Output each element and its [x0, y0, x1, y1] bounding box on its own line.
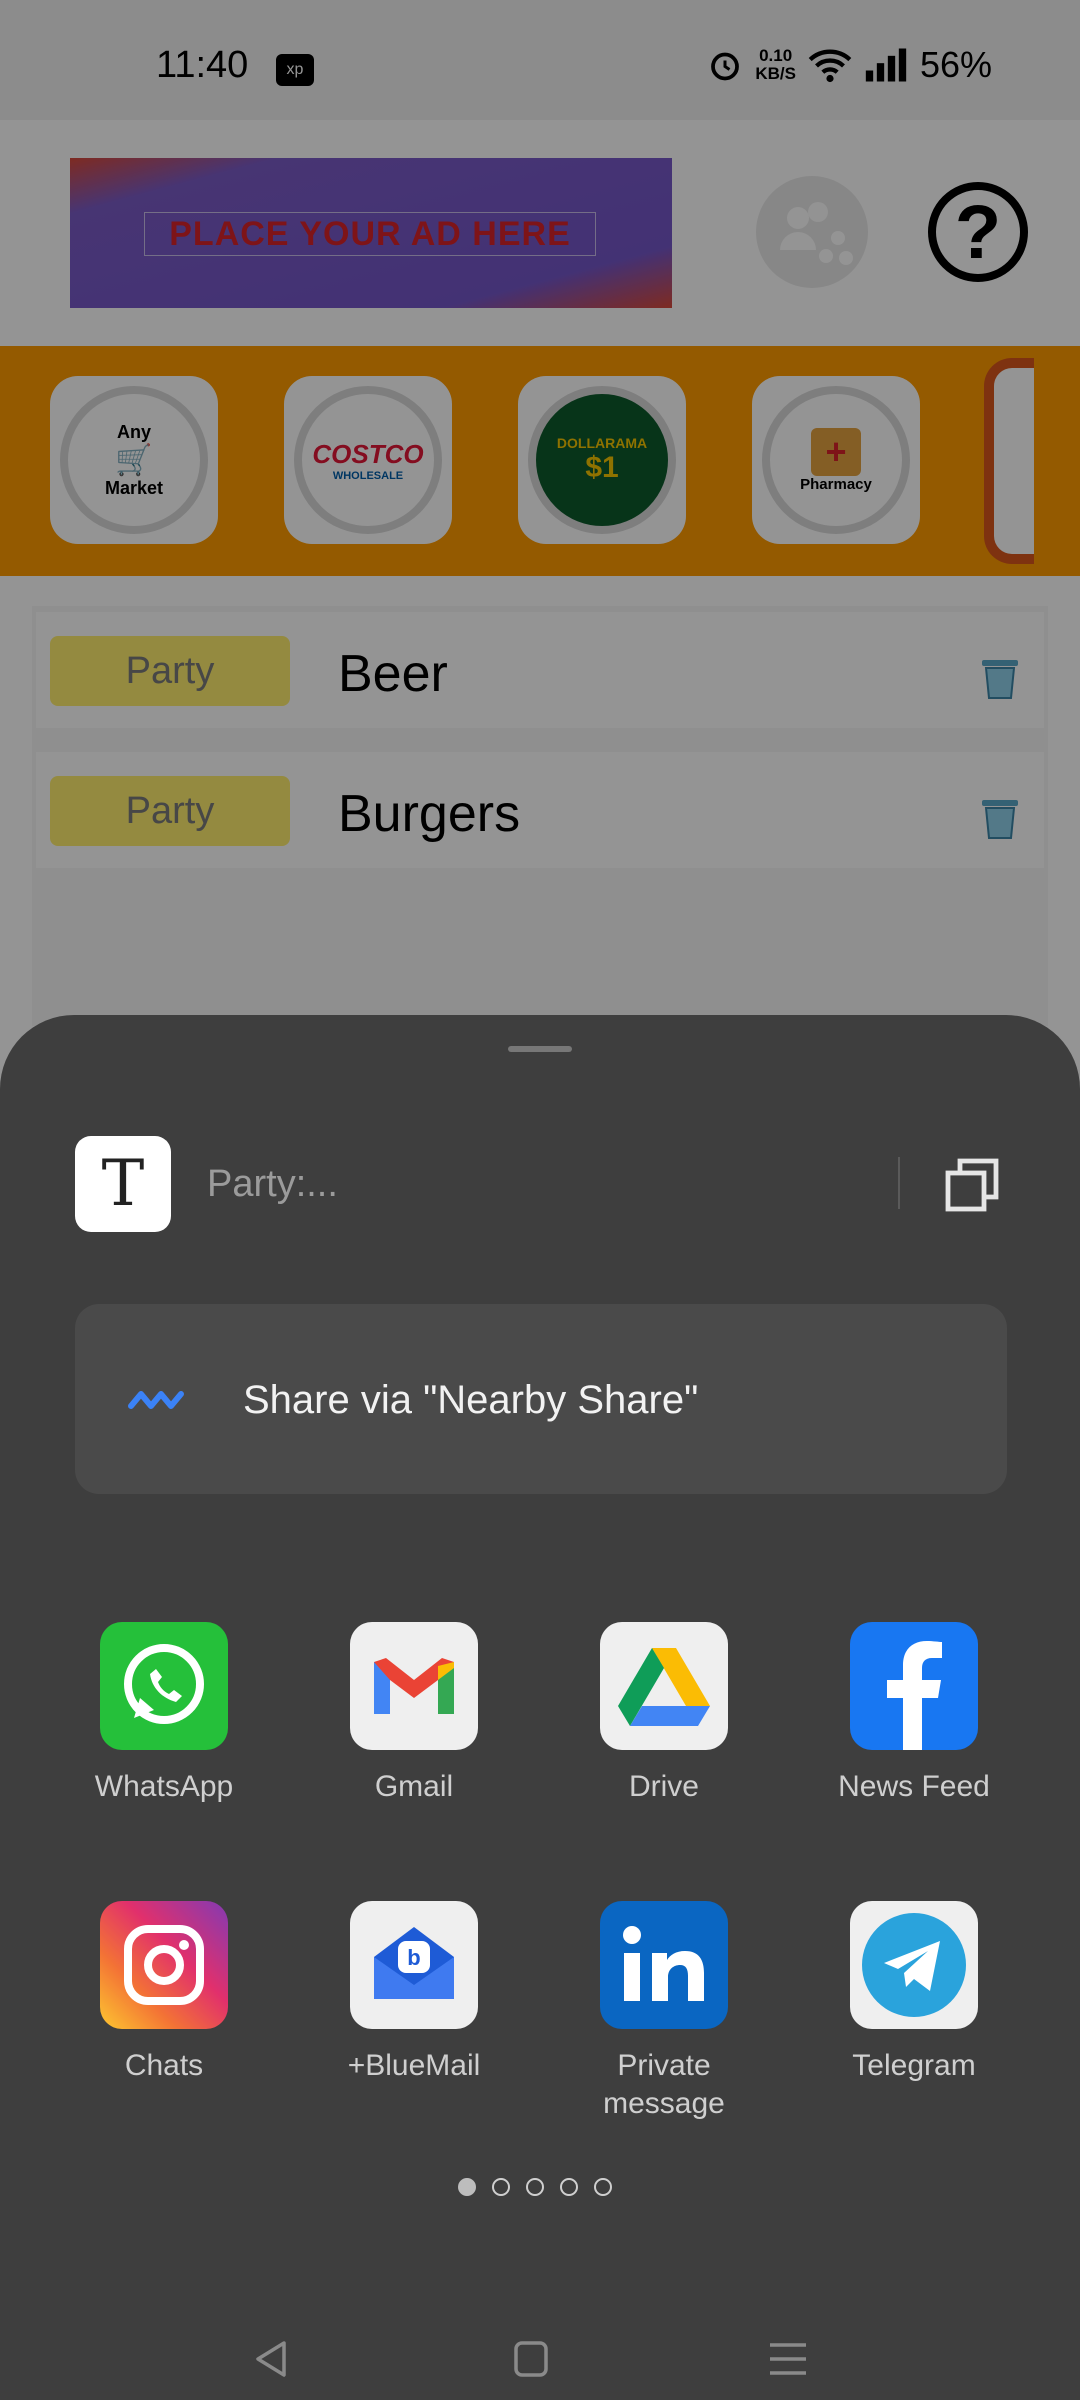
nearby-share-button[interactable]: Share via "Nearby Share"	[75, 1304, 1007, 1494]
app-label: WhatsApp	[94, 1770, 234, 1803]
share-preview-text: Party:...	[207, 1163, 338, 1205]
text-preview-icon: T	[75, 1136, 171, 1232]
app-label: Chats	[124, 2049, 204, 2082]
app-label: News Feed	[838, 1770, 990, 1803]
share-target-telegram[interactable]: Telegram	[814, 1901, 1014, 2085]
app-label: Telegram	[852, 2049, 976, 2082]
share-sheet: T Party:... Share via "Nearby Share" Wha…	[0, 1015, 1080, 2400]
gmail-icon	[350, 1622, 478, 1750]
share-target-facebook[interactable]: News Feed	[814, 1622, 1014, 1806]
navigation-bar	[0, 2315, 1080, 2400]
page-dot[interactable]	[526, 2178, 544, 2196]
app-label: Gmail	[374, 1770, 454, 1803]
share-target-whatsapp[interactable]: WhatsApp	[64, 1622, 264, 1806]
page-dot[interactable]	[492, 2178, 510, 2196]
drag-handle[interactable]	[508, 1046, 572, 1052]
nearby-share-label: Share via "Nearby Share"	[243, 1378, 699, 1422]
divider	[898, 1157, 900, 1209]
svg-text:b: b	[407, 1945, 420, 1970]
recents-menu-icon[interactable]	[758, 2329, 818, 2389]
app-label: Drive	[628, 1770, 699, 1803]
copy-icon[interactable]	[944, 1157, 1000, 1213]
share-target-gmail[interactable]: Gmail	[314, 1622, 514, 1806]
page-dot[interactable]	[458, 2178, 476, 2196]
bluemail-icon: b	[350, 1901, 478, 2029]
linkedin-icon	[600, 1901, 728, 2029]
app-label: Private message	[603, 2049, 725, 2120]
page-dot[interactable]	[594, 2178, 612, 2196]
whatsapp-icon	[100, 1622, 228, 1750]
app-label: +BlueMail	[347, 2049, 481, 2082]
back-icon[interactable]	[242, 2329, 302, 2389]
instagram-icon	[100, 1901, 228, 2029]
share-target-instagram[interactable]: Chats	[64, 1901, 264, 2085]
share-target-linkedin[interactable]: Private message	[564, 1901, 764, 2123]
page-dot[interactable]	[560, 2178, 578, 2196]
share-target-drive[interactable]: Drive	[564, 1622, 764, 1806]
facebook-icon	[850, 1622, 978, 1750]
share-target-bluemail[interactable]: b +BlueMail	[314, 1901, 514, 2085]
page-indicator	[458, 2178, 612, 2196]
home-icon[interactable]	[500, 2329, 560, 2389]
drive-icon	[600, 1622, 728, 1750]
telegram-icon	[850, 1901, 978, 2029]
nearby-share-icon	[128, 1391, 184, 1409]
